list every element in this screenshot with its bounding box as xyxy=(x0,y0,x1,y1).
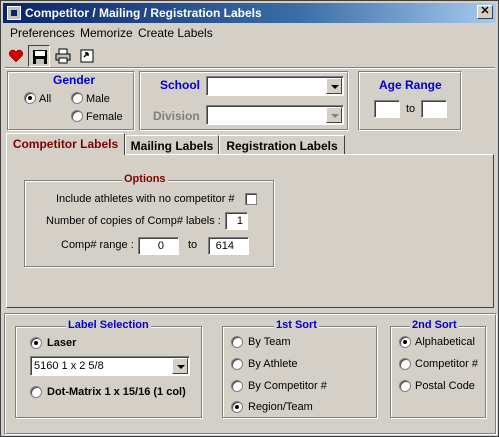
copies-input[interactable]: 1 xyxy=(225,212,248,230)
menu-create-labels[interactable]: Create Labels xyxy=(138,26,213,40)
comp-range-to-label: to xyxy=(188,239,198,251)
label-selection-group: Label Selection Laser 5160 1 x 2 5/8 Dot… xyxy=(15,319,202,418)
bottom-panel: Label Selection Laser 5160 1 x 2 5/8 Dot… xyxy=(4,313,497,435)
sort1-by-competitor-label: By Competitor # xyxy=(248,380,327,392)
dot-matrix-radio[interactable] xyxy=(30,386,42,398)
include-no-comp-label: Include athletes with no competitor # xyxy=(56,193,235,205)
sort2-postal-code-radio[interactable] xyxy=(399,380,411,392)
tab-registration-labels[interactable]: Registration Labels xyxy=(219,135,345,155)
print-icon xyxy=(55,48,71,64)
print-button[interactable] xyxy=(52,45,74,67)
exit-button[interactable] xyxy=(76,45,98,67)
options-group: Options Include athletes with no competi… xyxy=(24,173,274,267)
window-title: Competitor / Mailing / Registration Labe… xyxy=(25,6,262,20)
chevron-down-icon[interactable] xyxy=(326,78,342,94)
comp-range-label: Comp# range : xyxy=(61,239,134,251)
toolbar xyxy=(5,45,125,67)
sort2-alphabetical-label: Alphabetical xyxy=(415,336,475,348)
age-range-panel: Age Range to xyxy=(358,71,462,131)
sort1-by-athlete-radio[interactable] xyxy=(231,358,243,370)
sort2-competitor-radio[interactable] xyxy=(399,358,411,370)
sort1-by-team-label: By Team xyxy=(248,336,291,348)
gender-female-radio[interactable] xyxy=(71,110,83,122)
laser-size-value: 5160 1 x 2 5/8 xyxy=(34,360,104,372)
sort1-by-athlete-label: By Athlete xyxy=(248,358,298,370)
chevron-down-icon[interactable] xyxy=(172,358,188,374)
school-select[interactable] xyxy=(206,76,344,96)
laser-label: Laser xyxy=(47,337,77,349)
main-window: Competitor / Mailing / Registration Labe… xyxy=(0,0,499,437)
heart-button[interactable] xyxy=(5,45,27,67)
comp-range-to-value: 614 xyxy=(215,240,234,252)
school-label: School xyxy=(160,78,201,92)
division-label: Division xyxy=(153,109,200,123)
age-from-input[interactable] xyxy=(374,100,400,118)
copies-label: Number of copies of Comp# labels : xyxy=(46,215,221,227)
gender-male-label: Male xyxy=(86,93,110,105)
toolbar-separator xyxy=(5,67,495,69)
age-to-label: to xyxy=(406,103,416,115)
sort2-postal-code-label: Postal Code xyxy=(415,380,475,392)
sort1-group: 1st Sort By Team By Athlete By Competito… xyxy=(222,319,377,418)
menu-memorize[interactable]: Memorize xyxy=(80,26,133,40)
copies-value: 1 xyxy=(236,215,243,227)
menu-preferences[interactable]: Preferences xyxy=(10,26,75,40)
gender-title: Gender xyxy=(53,73,96,87)
chevron-down-icon[interactable] xyxy=(326,107,342,123)
exit-icon xyxy=(80,49,94,63)
sort2-competitor-label: Competitor # xyxy=(415,358,478,370)
age-range-title: Age Range xyxy=(379,78,442,92)
tab-mailing-labels-label: Mailing Labels xyxy=(130,139,214,153)
sort1-by-team-radio[interactable] xyxy=(231,336,243,348)
gender-panel: Gender All Male Female xyxy=(7,71,135,131)
comp-range-from-input[interactable]: 0 xyxy=(138,237,179,255)
gender-male-radio[interactable] xyxy=(71,92,83,104)
include-no-comp-checkbox[interactable] xyxy=(245,193,257,205)
laser-radio[interactable] xyxy=(30,337,42,349)
dot-matrix-label: Dot-Matrix 1 x 15/16 (1 col) xyxy=(47,386,186,398)
tab-panel-competitor-labels: Options Include athletes with no competi… xyxy=(6,154,494,308)
sort1-title: 1st Sort xyxy=(274,319,319,331)
sort1-region-team-label: Region/Team xyxy=(248,401,313,413)
tab-competitor-labels-label: Competitor Labels xyxy=(12,137,119,151)
comp-range-to-input[interactable]: 614 xyxy=(208,237,249,255)
comp-range-from-value: 0 xyxy=(157,240,164,252)
sort2-alphabetical-radio[interactable] xyxy=(399,336,411,348)
sort2-title: 2nd Sort xyxy=(410,319,459,331)
title-bar: Competitor / Mailing / Registration Labe… xyxy=(3,3,496,23)
sort1-region-team-radio[interactable] xyxy=(231,401,243,413)
sort2-group: 2nd Sort Alphabetical Competitor # Posta… xyxy=(390,319,486,418)
division-select[interactable] xyxy=(206,105,344,125)
gender-all-label: All xyxy=(39,93,52,105)
tab-registration-labels-label: Registration Labels xyxy=(226,139,338,153)
gender-all-radio[interactable] xyxy=(24,92,36,104)
age-to-input[interactable] xyxy=(421,100,447,118)
tab-mailing-labels[interactable]: Mailing Labels xyxy=(125,135,219,155)
tab-competitor-labels[interactable]: Competitor Labels xyxy=(6,133,125,155)
school-panel: School Division xyxy=(139,71,349,131)
gender-female-label: Female xyxy=(86,111,123,123)
app-icon xyxy=(7,6,21,20)
laser-size-select[interactable]: 5160 1 x 2 5/8 xyxy=(30,356,190,376)
save-button[interactable] xyxy=(28,45,50,67)
options-title: Options xyxy=(122,173,168,185)
close-button[interactable]: ✕ xyxy=(477,5,493,19)
sort1-by-competitor-radio[interactable] xyxy=(231,380,243,392)
label-selection-title: Label Selection xyxy=(66,319,151,331)
heart-icon xyxy=(8,49,24,63)
save-icon xyxy=(33,50,47,64)
